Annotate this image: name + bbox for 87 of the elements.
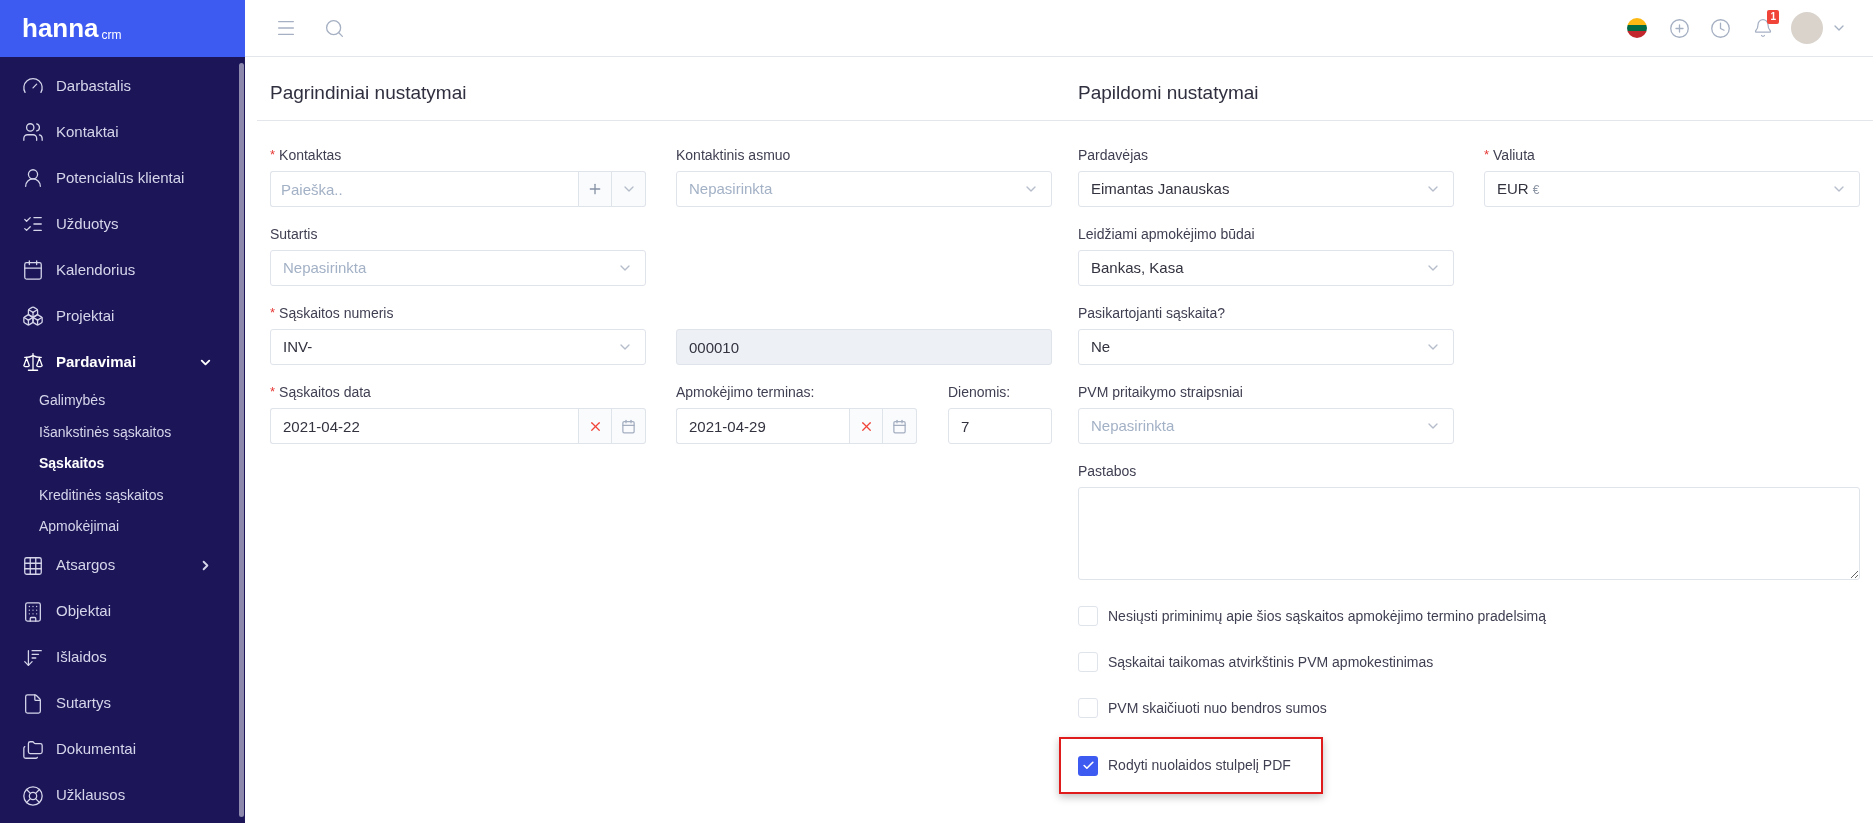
field-label: Dienomis: xyxy=(948,382,1011,402)
field-label: Valiuta xyxy=(1493,145,1535,165)
calendar-button[interactable] xyxy=(612,408,646,444)
bell-icon xyxy=(1753,18,1773,38)
scrollbar[interactable] xyxy=(238,63,244,817)
notes-field[interactable] xyxy=(1078,487,1860,580)
nav-item[interactable]: Objektai xyxy=(0,588,237,635)
checkbox[interactable] xyxy=(1078,652,1098,672)
required-mark: * xyxy=(270,304,276,323)
building-icon xyxy=(22,600,44,623)
nav-item[interactable]: Potencialūs klientai xyxy=(0,155,237,201)
checkbox[interactable] xyxy=(1078,755,1098,776)
nav-subitem[interactable]: Apmokėjimai xyxy=(0,511,237,543)
nav-item[interactable]: Kontaktai xyxy=(0,109,237,155)
field-label: Sąskaitos data xyxy=(279,382,371,402)
check-icon xyxy=(1081,759,1095,772)
field-label: Kontaktinis asmuo xyxy=(676,145,791,165)
section-title: Pagrindiniai nustatymai xyxy=(270,81,467,106)
notification-count: 1 xyxy=(1767,10,1779,24)
nav-item[interactable]: Darbastalis xyxy=(0,63,237,109)
select-field[interactable]: INV- xyxy=(270,329,646,365)
required-mark: * xyxy=(270,146,276,165)
required-mark: * xyxy=(1484,146,1490,165)
date-field[interactable]: 2021-04-22 xyxy=(270,408,578,444)
nav-subitem[interactable]: Išankstinės sąskaitos xyxy=(0,416,237,448)
checkbox-label: PVM skaičiuoti nuo bendros sumos xyxy=(1108,698,1327,718)
checkbox-label: Sąskaitai taikomas atvirkštinis PVM apmokestinimas xyxy=(1108,652,1434,672)
field-label: Leidžiami apmokėjimo būdai xyxy=(1078,224,1255,244)
field-label: Pasikartojanti sąskaita? xyxy=(1078,303,1226,323)
field-label: Sutartis xyxy=(270,224,318,244)
logo-text: hanna xyxy=(22,15,99,41)
search-field[interactable]: Paieška.. xyxy=(270,171,578,207)
days-field[interactable]: 7 xyxy=(948,408,1052,444)
select-field[interactable]: Eimantas Janauskas xyxy=(1078,171,1454,207)
plus-icon xyxy=(587,181,603,197)
nav-item[interactable]: Pardavimai xyxy=(0,339,237,385)
nav-item[interactable]: Išlaidos xyxy=(0,634,237,681)
plus-circle-icon xyxy=(1669,17,1690,39)
flag-icon[interactable] xyxy=(1627,18,1647,38)
search-icon xyxy=(323,17,345,39)
avatar[interactable] xyxy=(1791,12,1823,44)
calendar-icon xyxy=(892,418,907,434)
select-field[interactable]: Ne xyxy=(1078,329,1454,365)
field-label: Apmokėjimo terminas: xyxy=(676,382,815,402)
checkbox[interactable] xyxy=(1078,698,1098,718)
nav-item[interactable]: Sutartys xyxy=(0,680,237,727)
grid-icon xyxy=(22,554,44,577)
clock-icon xyxy=(1710,17,1731,39)
logo-suffix: crm xyxy=(101,29,122,41)
nav-item[interactable]: Atsargos xyxy=(0,542,237,589)
select-field[interactable]: EUR € xyxy=(1484,171,1860,207)
date-field[interactable]: 2021-04-29 xyxy=(676,408,849,444)
checkbox-label: Rodyti nuolaidos stulpelį PDF xyxy=(1108,756,1291,775)
nav-item[interactable]: Dokumentai xyxy=(0,726,237,773)
folders-icon xyxy=(22,738,44,761)
nav-item[interactable]: Kalendorius xyxy=(0,247,237,293)
lifebuoy-icon xyxy=(22,784,44,807)
select-field[interactable]: Bankas, Kasa xyxy=(1078,250,1454,286)
dropdown-button[interactable] xyxy=(612,171,646,207)
field-label: Pastabos xyxy=(1078,461,1137,481)
clear-button[interactable] xyxy=(849,408,883,444)
clear-button[interactable] xyxy=(578,408,612,444)
checkbox-label: Nesiųsti priminimų apie šios sąskaitos apmokėjimo termino pradelsimą xyxy=(1108,606,1547,626)
nav-subitem[interactable]: Sąskaitos xyxy=(0,448,237,480)
nav-item[interactable]: Užklausos xyxy=(0,772,237,819)
number-field[interactable]: 000010 xyxy=(676,329,1052,365)
field-label: Pardavėjas xyxy=(1078,145,1149,165)
file-icon xyxy=(22,692,44,715)
calendar-icon xyxy=(22,259,44,281)
calendar-icon xyxy=(621,418,636,434)
add-button[interactable] xyxy=(1669,17,1690,39)
nav-item[interactable]: Užduotys xyxy=(0,201,237,247)
scale-icon xyxy=(22,351,44,373)
history-button[interactable] xyxy=(1710,17,1731,39)
calendar-button[interactable] xyxy=(883,408,917,444)
nav-subitem[interactable]: Kreditinės sąskaitos xyxy=(0,479,237,511)
nav-item[interactable]: Projektai xyxy=(0,293,237,339)
field-label: Sąskaitos numeris xyxy=(279,303,394,323)
required-mark: * xyxy=(270,383,276,402)
checkbox[interactable] xyxy=(1078,606,1098,626)
field-label: Kontaktas xyxy=(279,145,342,165)
nav-subitem[interactable]: Galimybės xyxy=(0,385,237,417)
users-icon xyxy=(22,121,44,143)
field-label: PVM pritaikymo straipsniai xyxy=(1078,382,1243,402)
boxes-icon xyxy=(22,305,44,327)
section-title: Papildomi nustatymai xyxy=(1078,81,1259,106)
user-icon xyxy=(22,167,44,189)
